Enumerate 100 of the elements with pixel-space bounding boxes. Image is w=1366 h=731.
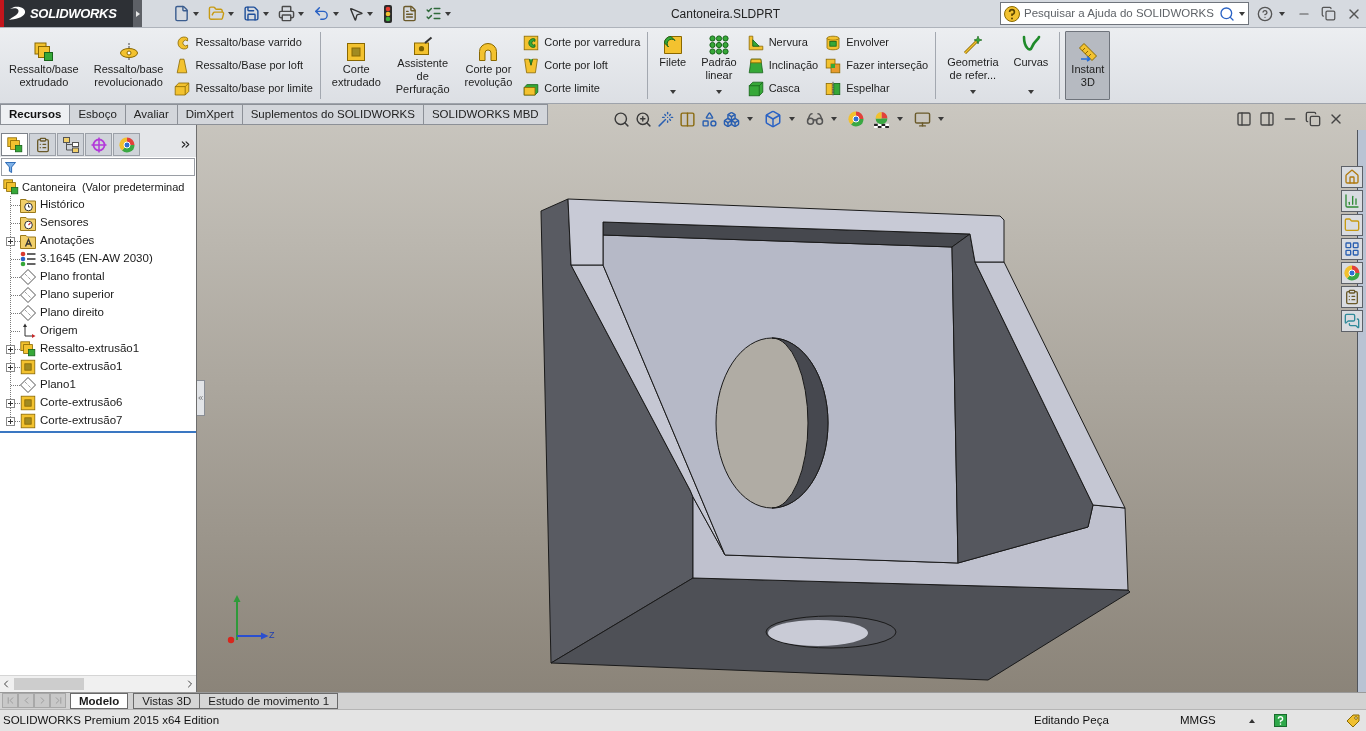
tool-button[interactable]: Ressalto/base extrudado (3, 31, 85, 100)
tool-button[interactable]: Corte por revolução (458, 31, 519, 100)
double-chevron-icon[interactable] (179, 138, 192, 151)
tool-button[interactable]: Envolver (823, 32, 931, 53)
caret-icon[interactable] (789, 117, 795, 121)
command-tab[interactable]: DimXpert (177, 104, 243, 125)
search-field[interactable]: Pesquisar a Ajuda do SOLIDWORKS (1000, 2, 1249, 25)
caret-icon[interactable] (1279, 11, 1285, 16)
tool-button[interactable]: Padrão linear (695, 31, 743, 100)
command-tab[interactable]: Suplementos do SOLIDWORKS (242, 104, 424, 125)
task-pane-tab[interactable] (1341, 214, 1363, 236)
search-icon[interactable] (1219, 5, 1235, 22)
caret-icon[interactable] (367, 11, 373, 16)
task-pane-tab[interactable] (1341, 190, 1363, 212)
wand-icon[interactable] (657, 110, 674, 128)
tree-item-label[interactable]: Sensores (40, 214, 89, 232)
sphere-checkerboard-icon[interactable] (873, 110, 890, 128)
tree-item-label[interactable]: Corte-extrusão7 (40, 412, 123, 430)
tool-button[interactable]: Ressalto/base revolucionado (87, 31, 170, 100)
task-pane-tab[interactable] (1341, 262, 1363, 284)
caret-icon[interactable] (1027, 90, 1034, 94)
zoom-in-icon[interactable] (635, 110, 652, 128)
caret-icon[interactable] (831, 117, 837, 121)
menu-expander-button[interactable] (133, 0, 142, 27)
tool-button[interactable]: Ressalto/base por limite (172, 78, 315, 99)
model-tab[interactable]: Modelo (70, 693, 129, 709)
expand-plus-icon[interactable] (6, 237, 15, 246)
panel-collapse-handle[interactable] (197, 380, 205, 416)
command-tab[interactable]: Esboço (70, 104, 126, 125)
caret-icon[interactable] (938, 117, 944, 121)
boxes-icon[interactable] (723, 110, 740, 128)
panel-right-icon[interactable] (1259, 111, 1275, 127)
tree-item-label[interactable]: Origem (40, 322, 78, 340)
panel-tab[interactable] (1, 133, 28, 156)
tool-button[interactable]: Filete (653, 31, 693, 100)
caret-icon[interactable] (969, 90, 976, 94)
tool-button[interactable]: Fazer interseção (823, 55, 931, 76)
save-icon[interactable] (243, 5, 260, 22)
tool-button[interactable]: Curvas (1007, 31, 1055, 100)
caret-icon[interactable] (263, 11, 269, 16)
help-icon[interactable] (1257, 5, 1273, 22)
tool-button[interactable]: Geometria de refer... (941, 31, 1005, 100)
tree-item-label[interactable]: Histórico (40, 196, 85, 214)
caret-up-icon[interactable] (1249, 718, 1255, 723)
traffic-light-icon[interactable] (384, 4, 392, 23)
tag-icon[interactable] (1346, 713, 1360, 728)
caret-icon[interactable] (747, 117, 753, 121)
tool-button[interactable]: Ressalto/base varrido (172, 32, 315, 53)
help-icon[interactable] (1274, 714, 1287, 727)
pointer-icon[interactable] (348, 5, 364, 22)
printer-icon[interactable] (278, 5, 295, 22)
panel-left-icon[interactable] (1236, 111, 1252, 127)
tool-button[interactable]: Ressalto/Base por loft (172, 55, 315, 76)
document-icon[interactable] (401, 5, 418, 22)
tree-item-label[interactable]: 3.1645 (EN-AW 2030) (40, 250, 153, 268)
tree-item-label[interactable]: Plano superior (40, 286, 115, 304)
caret-icon[interactable] (1239, 11, 1245, 16)
monitor-icon[interactable] (914, 110, 931, 128)
model-tab[interactable]: Vistas 3D (133, 693, 201, 709)
tool-button[interactable]: Inclinação (745, 55, 821, 76)
command-tab[interactable]: Avaliar (125, 104, 178, 125)
panel-tab[interactable] (29, 133, 56, 156)
panel-tab[interactable] (85, 133, 112, 156)
tree-item-label[interactable]: Corte-extrusão1 (40, 358, 123, 376)
model-tab[interactable]: Estudo de movimento 1 (199, 693, 339, 709)
tool-button[interactable]: Casca (745, 78, 821, 99)
split-view-icon[interactable] (679, 110, 696, 128)
task-pane-tab[interactable] (1341, 166, 1363, 188)
caret-icon[interactable] (669, 90, 676, 94)
panel-tab[interactable] (57, 133, 84, 156)
magnifier-icon[interactable] (613, 110, 630, 128)
cube-icon[interactable] (764, 110, 782, 128)
tree-item-label[interactable]: Anotações (40, 232, 95, 250)
command-tab[interactable]: SOLIDWORKS MBD (423, 104, 548, 125)
tool-button[interactable]: Espelhar (823, 78, 931, 99)
caret-icon[interactable] (897, 117, 903, 121)
expand-plus-icon[interactable] (6, 345, 15, 354)
caret-icon[interactable] (445, 11, 451, 16)
caret-icon[interactable] (715, 90, 722, 94)
filter-field[interactable] (1, 158, 195, 176)
tree-item-label[interactable]: Plano direito (40, 304, 104, 322)
color-sphere-icon[interactable] (848, 111, 864, 127)
undo-icon[interactable] (313, 5, 330, 22)
command-tab[interactable]: Recursos (0, 104, 71, 125)
tool-button[interactable]: Assistente de Perfuração (389, 31, 456, 100)
caret-icon[interactable] (333, 11, 339, 16)
caret-icon[interactable] (298, 11, 304, 16)
page-icon[interactable] (173, 5, 190, 22)
task-pane-tab[interactable] (1341, 310, 1363, 332)
tree-item-label[interactable]: Cantoneira (Valor predeterminad (22, 178, 185, 196)
caret-icon[interactable] (193, 11, 199, 16)
task-pane-tab[interactable] (1341, 286, 1363, 308)
glasses-icon[interactable] (806, 110, 824, 128)
scrollbar-thumb[interactable] (14, 678, 84, 690)
shapes-icon[interactable] (701, 110, 718, 128)
tree-item-label[interactable]: Corte-extrusão6 (40, 394, 123, 412)
panel-tab[interactable] (113, 133, 140, 156)
restore-icon[interactable] (1321, 6, 1336, 21)
horizontal-scrollbar[interactable] (0, 675, 196, 692)
tree-item-label[interactable]: Plano frontal (40, 268, 105, 286)
